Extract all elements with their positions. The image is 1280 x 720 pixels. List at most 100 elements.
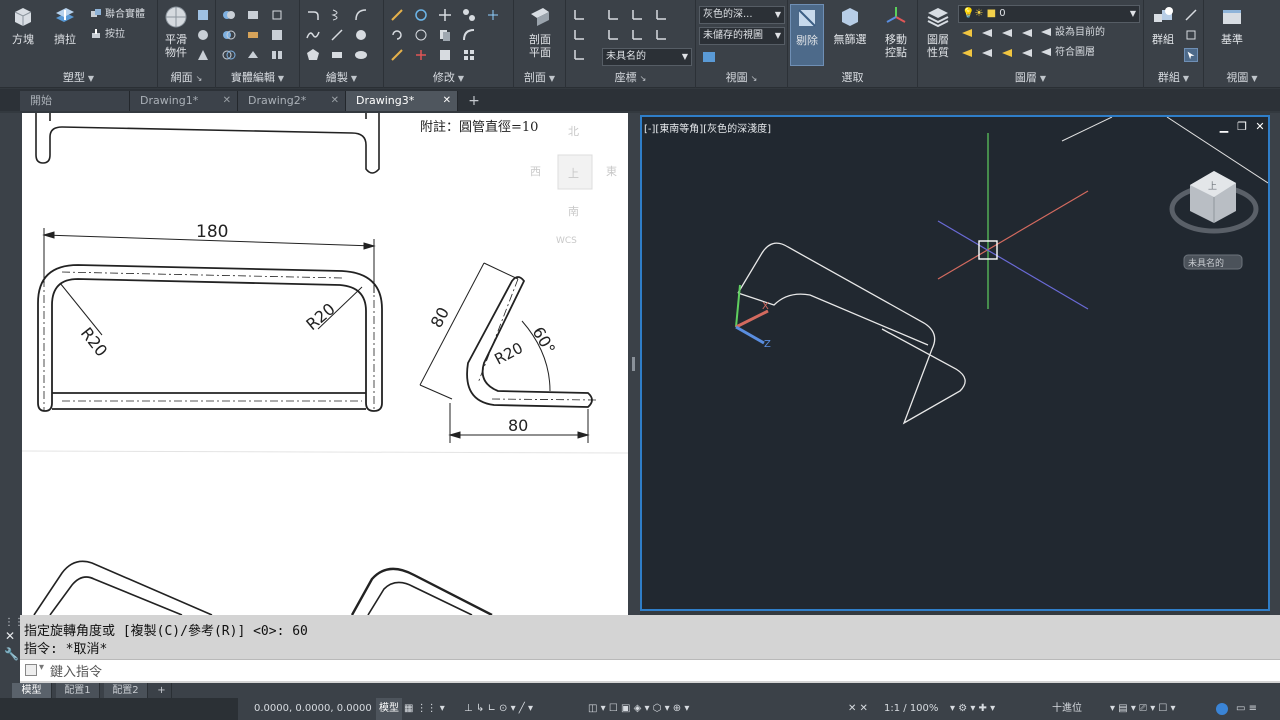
grid-icon[interactable]: ▦ ⋮⋮ ▾ [404,698,445,720]
tab-model[interactable]: 模型 [12,683,52,698]
polyline-icon[interactable] [306,8,320,22]
mirror-icon[interactable] [414,28,428,42]
annotation-tools-icon[interactable]: ✕ ✕ [848,698,868,720]
ucs-view-icon[interactable] [654,28,668,42]
panel-title-view[interactable]: 視圖 ↘ [696,70,787,86]
layer-properties-button[interactable]: 圖層 性質 [920,4,956,59]
layer-freeze-icon[interactable] [1000,26,1014,40]
move-3d-icon[interactable] [414,8,428,22]
mesh-refine-icon[interactable] [196,48,210,62]
smooth-object-button[interactable]: 平滑 物件 [160,4,192,59]
mesh-crease-icon[interactable] [196,28,210,42]
ucs-z-icon[interactable] [630,28,644,42]
ucs-icon[interactable] [572,8,586,22]
subtract-icon[interactable] [222,28,236,42]
add-layout-button[interactable]: + [152,683,172,698]
culling-button[interactable]: 剔除 [790,4,824,66]
ucs-origin-icon[interactable] [606,28,620,42]
group-edit-icon[interactable] [1184,28,1198,42]
layer-on-icon[interactable] [960,46,974,60]
offset-icon[interactable] [438,48,452,62]
wrench-icon[interactable]: 🔧 [4,647,19,661]
tab-drawing3[interactable]: Drawing3* ✕ [346,91,458,111]
thicken-icon[interactable] [246,48,260,62]
isolate-objects-icon[interactable] [1216,703,1228,715]
gizmo-move-icon[interactable] [462,8,476,22]
polygon-icon[interactable] [306,48,320,62]
quick-properties-icon[interactable]: ▾ ▤ ▾ ⎚ ▾ ☐ ▾ [1110,698,1176,720]
panel-title-section[interactable]: 剖面 ▼ [514,70,565,86]
group-button[interactable]: 群組 [1146,4,1180,46]
model-viewport-3d[interactable]: [-][東南等角][灰色的深淺度] ▁ ❐ ✕ X Z 上 未具名的 [640,115,1270,611]
close-icon[interactable]: ✕ [223,91,231,111]
solid-union-button[interactable]: 聯合實體 [90,6,145,24]
workspace-icon[interactable]: ▾ ⚙ ▾ ✚ ▾ [950,698,995,720]
layer-isolate-icon[interactable] [980,26,994,40]
command-window-handle[interactable]: ⋮⋮ ✕ 🔧 [0,615,24,683]
spline-icon[interactable] [306,28,320,42]
command-input[interactable] [50,662,950,680]
fullscreen-icon[interactable]: ▭ ≡ [1236,698,1257,720]
mesh-tool-icon[interactable] [196,8,210,22]
saved-view-combo[interactable]: 未儲存的視圖 ▼ [699,27,785,45]
layer-unisolate-icon[interactable] [980,46,994,60]
panel-title-layers[interactable]: 圖層 ▼ [918,70,1143,86]
no-filter-button[interactable]: 無篩選 [830,4,870,46]
panel-title-coordinates[interactable]: 座標 ↘ [566,70,695,86]
intersect-icon[interactable] [222,48,236,62]
layer-unlock-icon[interactable] [1020,46,1034,60]
units-readout[interactable]: 十進位 [1052,698,1082,720]
extrude-button[interactable]: 擠拉 [48,4,82,46]
match-layer-button[interactable]: 符合圖層 [1040,44,1095,62]
move-icon[interactable] [438,8,452,22]
chevron-down-icon[interactable]: ▾ [39,662,44,673]
coordinates-readout[interactable]: 0.0000, 0.0000, 0.0000 [254,698,372,720]
layer-off-icon[interactable] [960,26,974,40]
separate-icon[interactable] [270,48,284,62]
ucs-x-icon[interactable] [630,8,644,22]
circle-icon[interactable] [354,28,368,42]
align-icon[interactable] [486,8,500,22]
ellipse-icon[interactable] [354,48,368,62]
viewport-config-icon[interactable] [702,50,716,64]
extract-edges-icon[interactable] [270,8,284,22]
base-button[interactable]: 基準 [1212,4,1252,46]
layer-lock-icon[interactable] [1020,26,1034,40]
panel-title-draw[interactable]: 繪製 ▼ [300,70,383,86]
ucs-y-icon[interactable] [654,8,668,22]
ucs-object-icon[interactable] [572,48,586,62]
tab-drawing2[interactable]: Drawing2* ✕ [238,91,346,111]
scale-icon[interactable] [390,48,404,62]
rectangle-icon[interactable] [330,48,344,62]
panel-title-view2[interactable]: 視圖 ▼ [1204,70,1280,86]
tab-drawing1[interactable]: Drawing1* ✕ [130,91,238,111]
ucs-3point-icon[interactable] [572,28,586,42]
panel-title-modeling[interactable]: 塑型 ▼ [0,70,157,86]
grid-array-icon[interactable] [462,48,476,62]
copy-icon[interactable] [438,28,452,42]
new-tab-button[interactable]: + [462,91,486,111]
grip-icon[interactable]: ⋮⋮ [4,617,24,628]
stretch-icon[interactable] [462,28,476,42]
model-space-button[interactable]: 模型 [376,698,402,720]
section-plane-button[interactable]: 剖面 平面 [522,4,558,59]
panel-title-solid-edit[interactable]: 實體編輯 ▼ [216,70,299,86]
interfere-icon[interactable] [246,28,260,42]
array-icon[interactable] [414,48,428,62]
visual-style-combo[interactable]: 灰色的深... ▼ [699,6,785,24]
group-select-icon[interactable] [1184,48,1198,62]
slice-icon[interactable] [246,8,260,22]
panel-title-groups[interactable]: 群組 ▼ [1144,70,1203,86]
layer-thaw-icon[interactable] [1000,46,1014,60]
ucs-name-combo[interactable]: 未具名的 ▼ [602,48,692,66]
imprint-icon[interactable] [270,28,284,42]
panel-title-modify[interactable]: 修改 ▼ [384,70,513,86]
viewport-splitter[interactable] [628,113,640,615]
helix-icon[interactable] [330,8,344,22]
panel-title-mesh[interactable]: 網面 ↘ [158,70,215,86]
viewcube[interactable]: 上 未具名的 [1169,171,1259,270]
command-prompt-icon[interactable] [25,664,37,676]
move-gizmo-button[interactable]: 移動 控點 [876,4,916,59]
fillet-icon[interactable] [390,8,404,22]
ucs-world-icon[interactable] [606,8,620,22]
